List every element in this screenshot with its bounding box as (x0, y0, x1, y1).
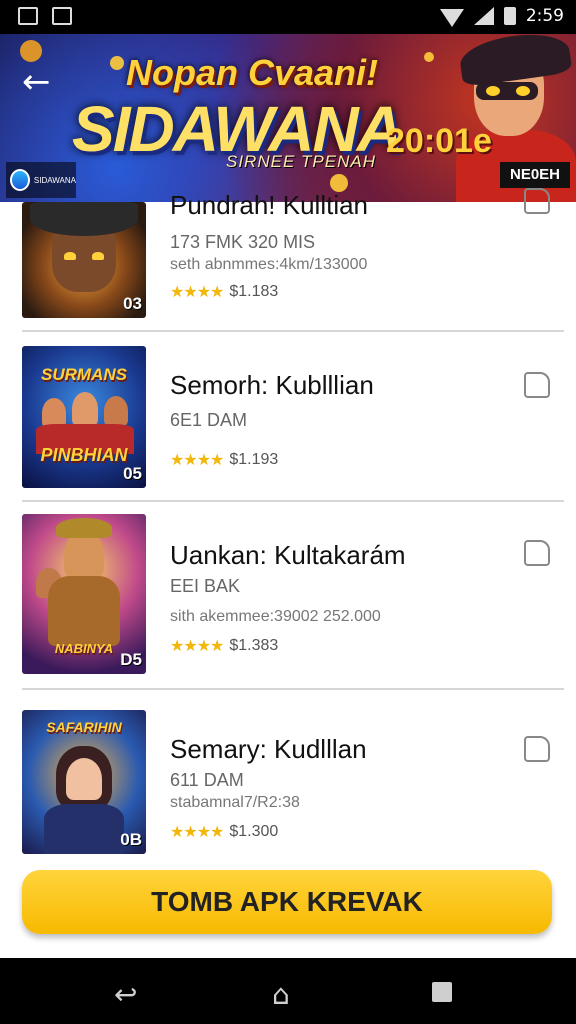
sparkle (110, 56, 124, 70)
back-arrow-button[interactable]: ← (22, 64, 58, 100)
star-rating-icon: ★★★★ (170, 450, 224, 469)
rating-value: $1.193 (229, 450, 279, 468)
bookmark-icon[interactable] (524, 736, 550, 762)
clock: 2:59 (525, 6, 564, 26)
thumbnail-title-top: SURMANS (41, 365, 127, 384)
banner-logo: SIDAWANA (6, 162, 76, 198)
image-notification-icon (18, 7, 38, 25)
bookmark-icon[interactable] (524, 372, 550, 398)
sparkle (424, 52, 434, 62)
game-thumbnail[interactable]: 03 (22, 202, 146, 318)
wifi-icon (439, 9, 464, 27)
thumbnail-title: SAFARIHIN (46, 719, 122, 735)
game-subtitle: 173 FMK 320 MIS (170, 232, 316, 252)
star-rating-icon: ★★★★ (170, 282, 224, 301)
game-stats: seth abnmmes:4km/133000 (170, 256, 368, 273)
header-banner: ← Nopan Cvaani! SIDAWANA 20:01e SIRNEE T… (0, 34, 576, 202)
rating-value: $1.383 (229, 636, 279, 654)
game-rating: ★★★★ $1.383 (170, 636, 278, 655)
signal-icon (473, 7, 494, 25)
divider (22, 330, 564, 332)
game-thumbnail[interactable]: SURMANS PINBHIAN 05 (22, 346, 146, 488)
banner-badge[interactable]: NE0EH (500, 162, 570, 188)
notification-icons (18, 7, 72, 25)
game-stats: stabamnal7/R2:38 (170, 794, 300, 811)
banner-subtitle: SIRNEE TPENAH (226, 152, 376, 171)
thumbnail-tag: 03 (123, 294, 142, 313)
rating-value: $1.300 (229, 822, 279, 840)
star-rating-icon: ★★★★ (170, 822, 224, 841)
game-title[interactable]: Uankan: Kultakarám (170, 540, 406, 571)
star-rating-icon: ★★★★ (170, 636, 224, 655)
logo-text: SIDAWANA (33, 175, 76, 185)
system-status: 2:59 (439, 6, 564, 27)
banner-year: 20:01e (386, 122, 492, 160)
thumbnail-tag: 05 (123, 464, 142, 483)
game-thumbnail[interactable]: SAFARIHIN 0B (22, 710, 146, 854)
game-subtitle: 6E1 DAM (170, 410, 248, 430)
divider (22, 500, 564, 502)
banner-title: Nopan Cvaani! (126, 52, 379, 93)
thumbnail-title: PINBHIAN (40, 445, 128, 465)
game-thumbnail[interactable]: NABINYA D5 (22, 514, 146, 674)
download-button[interactable]: TOMB APK KREVAK (22, 870, 552, 934)
game-title[interactable]: Semary: Kudlllan (170, 734, 367, 765)
back-icon[interactable]: ↩ (114, 978, 137, 1011)
game-rating: ★★★★ $1.193 (170, 450, 278, 469)
game-subtitle: 611 DAM (170, 770, 244, 790)
game-rating: ★★★★ $1.183 (170, 282, 278, 301)
rating-value: $1.183 (229, 282, 279, 300)
home-icon[interactable]: ⌂ (272, 978, 290, 1011)
status-bar: 2:59 (0, 0, 576, 34)
game-subtitle: EEI BAK (170, 576, 241, 596)
game-title[interactable]: Pundrah! Kulltian (170, 190, 368, 221)
thumbnail-tag: D5 (120, 650, 142, 669)
battery-icon (503, 7, 516, 25)
recents-icon[interactable] (432, 982, 452, 1002)
divider (22, 688, 564, 690)
navigation-bar: ↩ ⌂ (0, 958, 576, 1024)
bookmark-icon[interactable] (524, 540, 550, 566)
app-notification-icon (52, 7, 72, 25)
game-title[interactable]: Semorh: Kublllian (170, 370, 374, 401)
sparkle (20, 40, 42, 62)
game-stats: sith akemmee:39002 252.000 (170, 608, 381, 625)
bookmark-icon[interactable] (524, 188, 550, 214)
thumbnail-tag: 0B (120, 830, 142, 849)
game-rating: ★★★★ $1.300 (170, 822, 278, 841)
logo-icon (10, 169, 30, 191)
